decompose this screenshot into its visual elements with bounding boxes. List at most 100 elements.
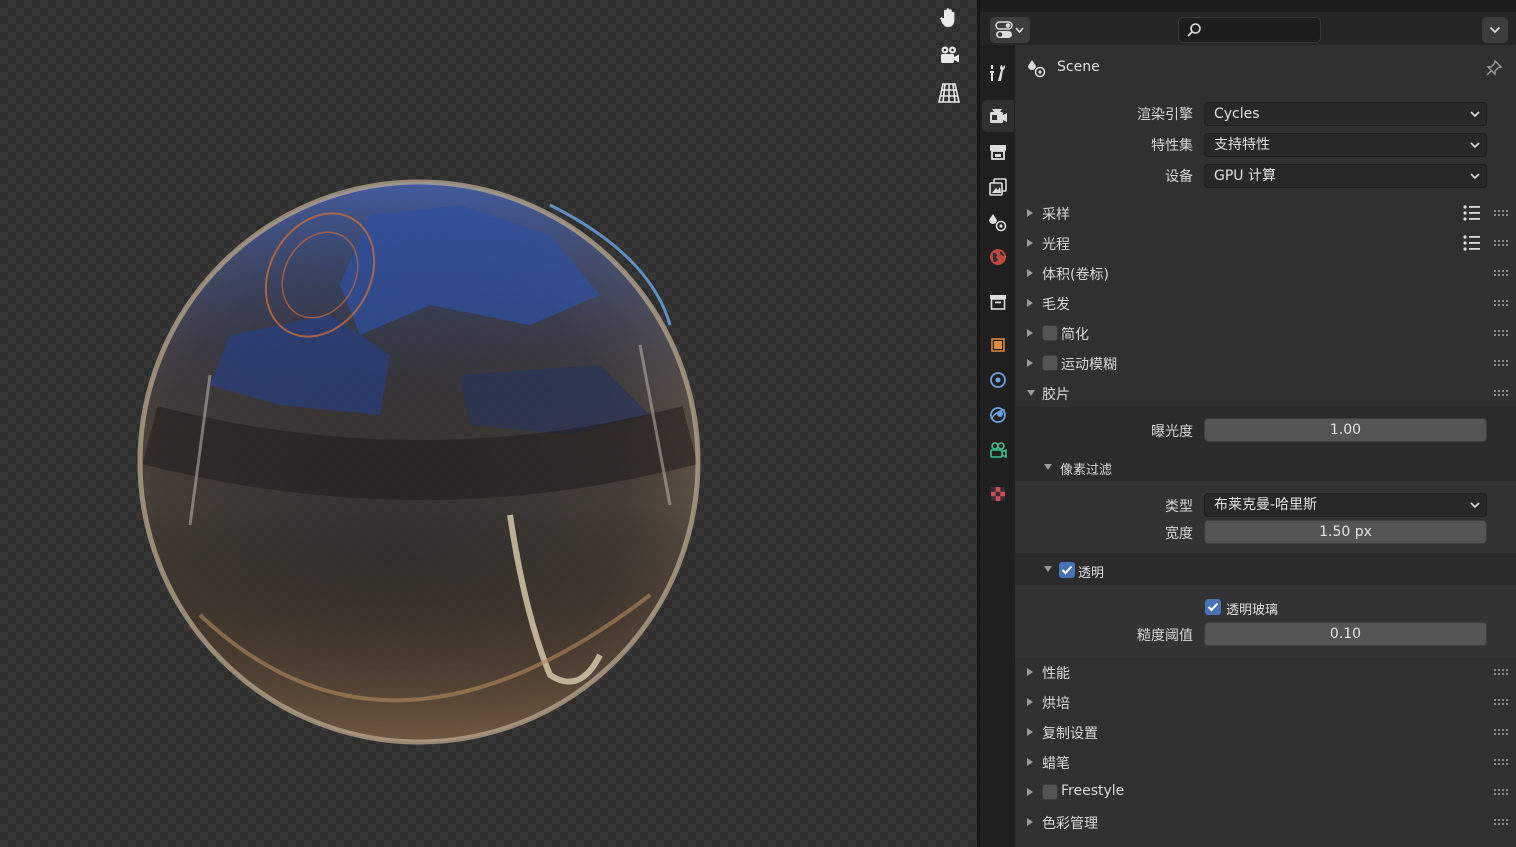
tab-render[interactable] (982, 100, 1014, 132)
transparent-glass-checkbox[interactable] (1205, 599, 1221, 615)
properties-tab-strip (980, 45, 1015, 847)
transparent-body (1015, 585, 1516, 657)
panel-hair[interactable]: 毛发 (1015, 289, 1516, 317)
drag-grip-icon[interactable] (1494, 759, 1510, 765)
filter-width-label: 宽度 (1165, 526, 1193, 542)
panel-title: 性能 (1042, 666, 1070, 682)
panel-simplify[interactable]: 简化 (1015, 319, 1516, 347)
drag-grip-icon[interactable] (1494, 270, 1510, 276)
subpanel-title: 像素过滤 (1060, 463, 1113, 478)
camera-icon[interactable] (934, 40, 964, 70)
feature-set-dropdown[interactable]: 支持特性 (1204, 133, 1487, 157)
tab-view-layer[interactable] (982, 171, 1014, 203)
tab-scene[interactable] (982, 206, 1014, 238)
tab-tool[interactable] (982, 57, 1014, 89)
panel-title: 运动模糊 (1061, 357, 1117, 373)
camera-data-icon (990, 442, 1007, 459)
render-icon (990, 109, 1007, 123)
tab-output[interactable] (982, 136, 1014, 168)
transparent-glass-label: 透明玻璃 (1226, 603, 1279, 618)
feature-set-value: 支持特性 (1214, 137, 1270, 153)
simplify-checkbox[interactable] (1042, 325, 1058, 341)
glass-sphere-render (137, 179, 701, 745)
editor-type-button[interactable] (990, 17, 1030, 43)
panel-film[interactable]: 胶片 (1015, 379, 1516, 407)
subpanel-pixel-filter[interactable]: 像素过滤 (1015, 453, 1516, 481)
tab-texture[interactable] (982, 478, 1014, 510)
panel-copy-settings[interactable]: 复制设置 (1015, 718, 1516, 746)
triangle-down-icon (1044, 566, 1052, 572)
options-dropdown-button[interactable] (1482, 17, 1508, 43)
presets-list-icon[interactable] (1462, 203, 1482, 223)
drag-grip-icon[interactable] (1494, 729, 1510, 735)
triangle-right-icon (1027, 269, 1033, 277)
panel-grease-pencil[interactable]: 蜡笔 (1015, 748, 1516, 776)
triangle-down-icon (1044, 464, 1052, 470)
tab-data[interactable] (982, 434, 1014, 466)
search-field[interactable] (1178, 17, 1321, 43)
drag-grip-icon[interactable] (1494, 240, 1510, 246)
drag-grip-icon[interactable] (1494, 360, 1510, 366)
tab-world[interactable] (982, 241, 1014, 273)
panel-volumes[interactable]: 体积(卷标) (1015, 259, 1516, 287)
triangle-right-icon (1027, 758, 1033, 766)
panel-light-paths[interactable]: 光程 (1015, 229, 1516, 257)
scene-icon (1028, 60, 1046, 78)
panel-motion-blur[interactable]: 运动模糊 (1015, 349, 1516, 377)
drag-grip-icon[interactable] (1494, 300, 1510, 306)
drag-grip-icon[interactable] (1494, 699, 1510, 705)
pin-icon[interactable] (1485, 59, 1503, 77)
device-label: 设备 (1165, 169, 1193, 185)
drag-grip-icon[interactable] (1494, 789, 1510, 795)
search-input[interactable] (1207, 20, 1315, 40)
drag-grip-icon[interactable] (1494, 669, 1510, 675)
triangle-right-icon (1027, 668, 1033, 676)
tool-icon (990, 65, 1005, 81)
tab-collection[interactable] (982, 286, 1014, 318)
hand-icon[interactable] (934, 3, 964, 33)
drag-grip-icon[interactable] (1494, 330, 1510, 336)
chevron-down-icon (1489, 26, 1501, 34)
texture-icon (991, 487, 1005, 501)
render-engine-dropdown[interactable]: Cycles (1204, 102, 1487, 126)
triangle-right-icon (1027, 299, 1033, 307)
filter-type-dropdown[interactable]: 布莱克曼-哈里斯 (1204, 493, 1487, 517)
panel-sampling[interactable]: 采样 (1015, 199, 1516, 227)
search-icon (1187, 23, 1201, 37)
modifier-icon (990, 372, 1006, 388)
triangle-right-icon (1027, 818, 1033, 826)
feature-set-label: 特性集 (1151, 138, 1193, 154)
chevron-down-icon (1470, 173, 1480, 180)
panel-title: 复制设置 (1042, 726, 1098, 742)
drag-grip-icon[interactable] (1494, 390, 1510, 396)
panel-freestyle[interactable]: Freestyle (1015, 778, 1516, 806)
tab-physics[interactable] (982, 399, 1014, 431)
presets-list-icon[interactable] (1462, 233, 1482, 253)
freestyle-checkbox[interactable] (1042, 784, 1058, 800)
panel-title: 简化 (1061, 327, 1089, 343)
tab-modifiers[interactable] (982, 364, 1014, 396)
view-layer-icon (989, 178, 1007, 196)
roughness-threshold-field[interactable]: 0.10 (1204, 622, 1487, 646)
panel-bake[interactable]: 烘培 (1015, 688, 1516, 716)
panel-performance[interactable]: 性能 (1015, 658, 1516, 686)
grid-icon[interactable] (934, 78, 964, 108)
drag-grip-icon[interactable] (1494, 819, 1510, 825)
motion-blur-checkbox[interactable] (1042, 355, 1058, 371)
transparent-checkbox[interactable] (1059, 562, 1075, 578)
drag-grip-icon[interactable] (1494, 210, 1510, 216)
render-viewport[interactable] (0, 0, 977, 847)
exposure-field[interactable]: 1.00 (1204, 418, 1487, 442)
chevron-down-icon (1470, 142, 1480, 149)
properties-header (980, 0, 1516, 45)
tab-object[interactable] (982, 329, 1014, 361)
render-engine-label: 渲染引擎 (1137, 107, 1193, 123)
triangle-right-icon (1027, 728, 1033, 736)
chevron-down-icon (1470, 111, 1480, 118)
triangle-right-icon (1027, 239, 1033, 247)
subpanel-transparent[interactable]: 透明 (1015, 555, 1516, 585)
panel-color-management[interactable]: 色彩管理 (1015, 808, 1516, 836)
filter-width-field[interactable]: 1.50 px (1204, 520, 1487, 544)
device-dropdown[interactable]: GPU 计算 (1204, 164, 1487, 188)
world-icon (990, 249, 1006, 265)
